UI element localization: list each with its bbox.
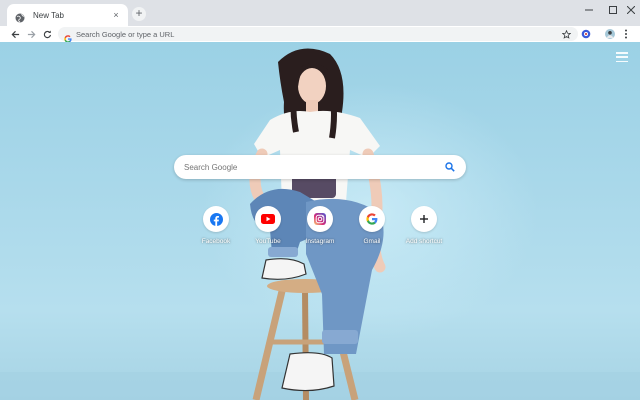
profile-avatar[interactable] (603, 27, 617, 41)
ntp-search-input[interactable] (184, 162, 444, 172)
omnibox-input[interactable] (76, 29, 516, 39)
toolbar (0, 26, 640, 43)
star-icon[interactable] (559, 27, 573, 41)
shortcut-grid: Facebook YouTube Instagram Gmail Add sho… (188, 206, 452, 256)
youtube-icon (255, 206, 281, 232)
shortcut-youtube[interactable]: YouTube (240, 206, 296, 256)
shortcut-label: Instagram (305, 238, 335, 245)
new-tab-page: Facebook YouTube Instagram Gmail Add sho… (0, 42, 640, 400)
close-icon[interactable] (625, 4, 637, 16)
tab-close-icon[interactable]: × (110, 9, 122, 21)
instagram-icon (307, 206, 333, 232)
shortcut-label: Facebook (201, 238, 231, 245)
maximize-icon[interactable] (607, 4, 619, 16)
tab-title: New Tab (33, 10, 64, 20)
facebook-icon (203, 206, 229, 232)
reload-icon[interactable] (40, 27, 54, 41)
back-icon[interactable] (8, 27, 22, 41)
tab-new-tab[interactable]: New Tab × (7, 4, 128, 26)
shortcut-facebook[interactable]: Facebook (188, 206, 244, 256)
new-tab-button[interactable]: + (132, 7, 146, 21)
plus-icon (411, 206, 437, 232)
shortcut-add[interactable]: Add shortcut (396, 206, 452, 256)
tab-strip: New Tab × + (0, 0, 640, 26)
ntp-search-box[interactable] (174, 155, 466, 179)
customize-menu-icon[interactable] (616, 52, 628, 62)
shortcut-instagram[interactable]: Instagram (292, 206, 348, 256)
shortcut-label: YouTube (255, 238, 281, 245)
google-g-icon (64, 30, 72, 43)
extension-icon[interactable] (579, 27, 593, 41)
shortcut-label: Add shortcut (405, 238, 443, 245)
google-icon (359, 206, 385, 232)
minimize-icon[interactable] (583, 4, 595, 16)
globe-icon (15, 10, 25, 23)
shortcut-gmail[interactable]: Gmail (344, 206, 400, 256)
omnibox[interactable] (58, 27, 578, 43)
forward-icon[interactable] (24, 27, 38, 41)
kebab-menu-icon[interactable] (619, 27, 633, 41)
search-icon[interactable] (444, 161, 456, 173)
shortcut-label: Gmail (363, 238, 381, 245)
